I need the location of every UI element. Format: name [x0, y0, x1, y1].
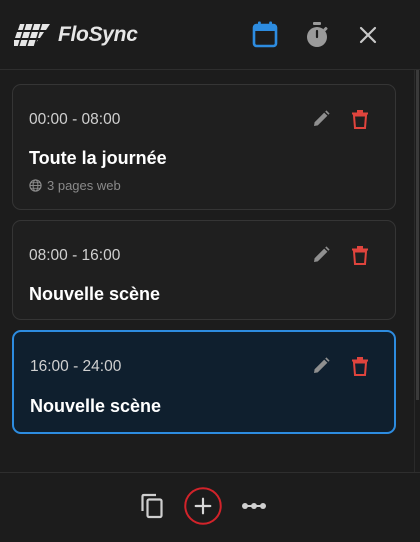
close-icon [359, 26, 377, 44]
scene-title: Nouvelle scène [29, 284, 161, 304]
app-logo: FloSync [14, 17, 138, 53]
delete-button[interactable] [347, 353, 373, 379]
timer-button[interactable] [303, 20, 331, 50]
pencil-icon [314, 357, 330, 373]
trash-icon [352, 110, 368, 129]
scene-time: 08:00 - 16:00 [29, 247, 121, 264]
scrollbar-thumb[interactable] [416, 70, 419, 400]
pencil-icon [314, 110, 330, 126]
pencil-icon [314, 246, 330, 262]
delete-button[interactable] [347, 242, 373, 268]
scene-time: 00:00 - 08:00 [29, 111, 121, 128]
trash-icon [352, 357, 368, 376]
add-icon [184, 487, 222, 525]
app-name: FloSync [58, 23, 138, 46]
trash-icon [352, 246, 368, 265]
close-button[interactable] [354, 20, 382, 50]
edit-button[interactable] [308, 242, 334, 268]
scene-card[interactable]: 00:00 - 08:00 Toute la journée 3 pages w… [12, 84, 396, 210]
scene-meta: 3 pages web [29, 178, 121, 193]
scene-card-active[interactable]: 16:00 - 24:00 Nouvelle scène [12, 330, 396, 434]
edit-button[interactable] [308, 106, 334, 132]
edit-button[interactable] [308, 353, 334, 379]
delete-button[interactable] [347, 106, 373, 132]
calendar-icon [252, 21, 278, 48]
footer-toolbar [0, 472, 420, 542]
scene-time: 16:00 - 24:00 [30, 358, 122, 375]
more-icon [242, 503, 266, 509]
scrollbar[interactable] [414, 70, 420, 472]
copy-icon [141, 493, 163, 519]
globe-icon [29, 179, 42, 192]
flosync-logo-icon [14, 22, 50, 48]
timer-icon [307, 22, 328, 47]
duplicate-button[interactable] [132, 486, 172, 526]
calendar-button[interactable] [251, 20, 279, 50]
more-button[interactable] [234, 486, 274, 526]
add-scene-button[interactable] [183, 486, 223, 526]
app-header: FloSync [0, 0, 420, 70]
scene-card[interactable]: 08:00 - 16:00 Nouvelle scène [12, 220, 396, 320]
scene-title: Toute la journée [29, 148, 167, 168]
scene-pages-count: 3 pages web [47, 178, 121, 193]
scene-title: Nouvelle scène [30, 396, 162, 416]
